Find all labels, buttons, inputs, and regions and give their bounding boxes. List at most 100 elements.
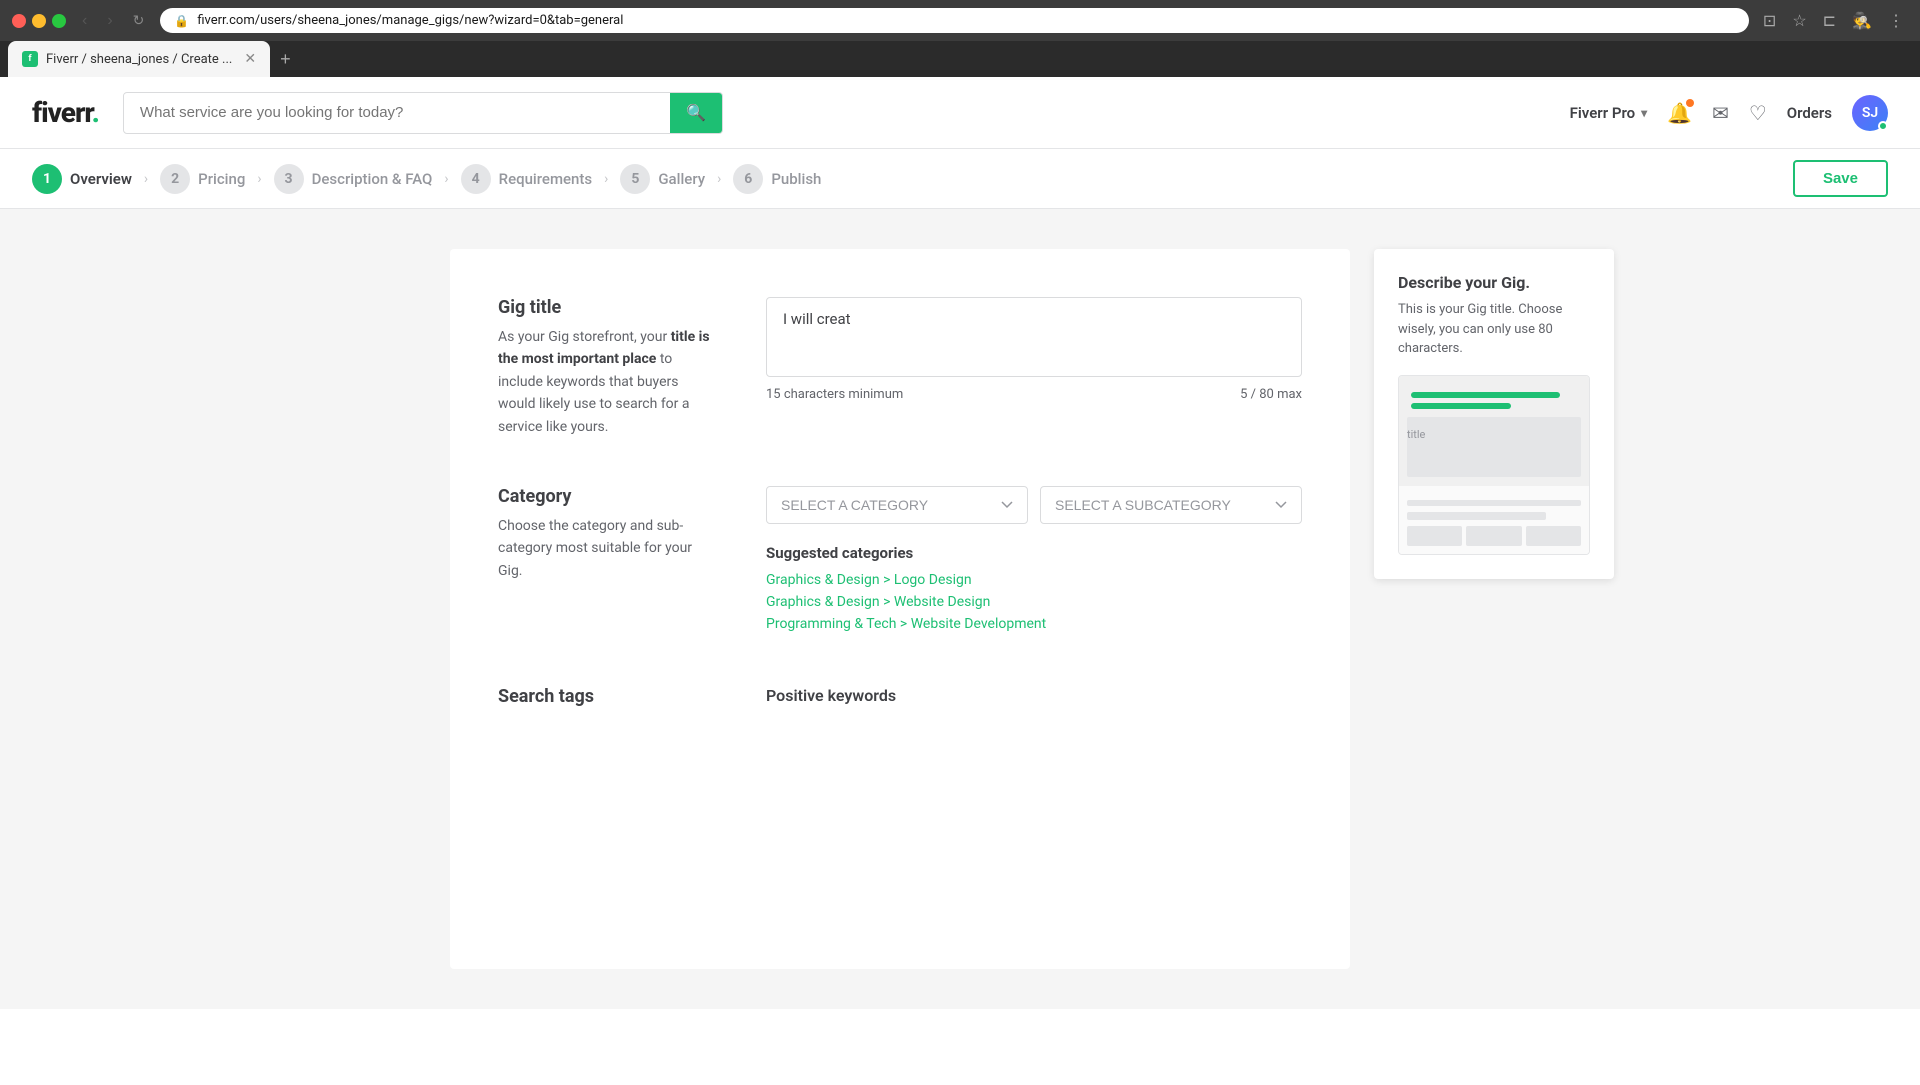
step-6-publish[interactable]: 6 Publish	[733, 164, 821, 194]
gig-title-section: Gig title As your Gig storefront, your t…	[498, 297, 1302, 438]
notification-icon[interactable]: 🔔	[1667, 101, 1692, 125]
tab-close-button[interactable]: ✕	[244, 51, 256, 67]
gig-image-placeholder	[1407, 417, 1581, 477]
step-3-circle: 3	[274, 164, 304, 194]
step-2-pricing[interactable]: 2 Pricing	[160, 164, 245, 194]
category-link-logo-design[interactable]: Graphics & Design > Logo Design	[766, 572, 1302, 588]
chevron-down-icon: ▾	[1641, 106, 1647, 120]
gig-card-title-bar	[1407, 512, 1546, 520]
tab-bar: f Fiverr / sheena_jones / Create ... ✕ +	[0, 41, 1920, 77]
right-panel: Describe your Gig. This is your Gig titl…	[1374, 249, 1614, 969]
category-link-website-development[interactable]: Programming & Tech > Website Development	[766, 616, 1302, 632]
orders-link[interactable]: Orders	[1787, 104, 1832, 122]
category-heading: Category	[498, 486, 718, 507]
search-icon: 🔍	[686, 103, 706, 123]
step-arrow-1: ›	[144, 171, 148, 187]
search-tags-heading: Search tags	[498, 686, 718, 707]
new-tab-button[interactable]: +	[272, 45, 299, 74]
step-3-description[interactable]: 3 Description & FAQ	[274, 164, 433, 194]
url-text: fiverr.com/users/sheena_jones/manage_gig…	[197, 13, 1735, 28]
step-5-number: 5	[631, 171, 639, 187]
suggested-categories: Suggested categories Graphics & Design >…	[766, 544, 1302, 632]
search-tags-label-area: Search tags	[498, 686, 718, 713]
category-section: Category Choose the category and sub-cat…	[498, 486, 1302, 638]
minimize-window-button[interactable]	[32, 14, 46, 28]
step-4-requirements[interactable]: 4 Requirements	[461, 164, 593, 194]
search-input[interactable]	[124, 94, 670, 131]
window-controls[interactable]	[12, 14, 66, 28]
char-count: 5 / 80 max	[1240, 387, 1302, 402]
lock-icon: 🔒	[174, 14, 189, 28]
progress-lines	[1411, 392, 1577, 414]
favorites-icon[interactable]: ♡	[1749, 101, 1767, 125]
page: fiverr. 🔍 Fiverr Pro ▾ 🔔 ✉ ♡ Orders SJ	[0, 77, 1920, 1085]
forward-button[interactable]: ›	[101, 10, 118, 32]
online-status-dot	[1878, 121, 1888, 131]
address-bar[interactable]: 🔒 fiverr.com/users/sheena_jones/manage_g…	[160, 8, 1749, 33]
subcategory-select[interactable]: SELECT A SUBCATEGORY	[1040, 486, 1302, 524]
gig-title-input[interactable]: I will creat	[766, 297, 1302, 377]
profile-icon[interactable]: ⊏	[1819, 9, 1840, 33]
search-tags-section: Search tags Positive keywords	[498, 686, 1302, 713]
step-4-number: 4	[472, 171, 480, 187]
incognito-icon[interactable]: 🕵	[1848, 9, 1876, 33]
step-2-circle: 2	[160, 164, 190, 194]
gig-card-mockup: title	[1398, 375, 1590, 555]
step-5-circle: 5	[620, 164, 650, 194]
step-6-number: 6	[744, 171, 752, 187]
suggested-title: Suggested categories	[766, 544, 1302, 562]
wizard-nav: 1 Overview › 2 Pricing › 3 Description &…	[0, 149, 1920, 209]
category-label-area: Category Choose the category and sub-cat…	[498, 486, 718, 638]
content-area: Gig title As your Gig storefront, your t…	[0, 209, 1920, 1009]
category-link-website-design[interactable]: Graphics & Design > Website Design	[766, 594, 1302, 610]
search-button[interactable]: 🔍	[670, 93, 722, 133]
avatar[interactable]: SJ	[1852, 95, 1888, 131]
price-bar-3	[1526, 526, 1581, 546]
browser-actions: ⊡ ☆ ⊏ 🕵 ⋮	[1759, 9, 1908, 33]
bookmark-icon[interactable]: ☆	[1788, 9, 1810, 33]
nav-controls: ‹ › ↻	[76, 10, 150, 32]
step-1-overview[interactable]: 1 Overview	[32, 164, 132, 194]
notification-dot	[1686, 99, 1694, 107]
close-window-button[interactable]	[12, 14, 26, 28]
fiverr-pro-button[interactable]: Fiverr Pro ▾	[1570, 104, 1648, 122]
back-button[interactable]: ‹	[76, 10, 93, 32]
step-3-label: Description & FAQ	[312, 170, 433, 188]
step-4-label: Requirements	[499, 170, 593, 188]
messages-icon[interactable]: ✉	[1712, 101, 1729, 125]
price-bar-1	[1407, 526, 1462, 546]
gig-title-content: I will creat 15 characters minimum 5 / 8…	[766, 297, 1302, 438]
active-tab[interactable]: f Fiverr / sheena_jones / Create ... ✕	[8, 41, 270, 77]
tab-favicon: f	[22, 51, 38, 67]
step-1-number: 1	[43, 171, 51, 187]
step-1-label: Overview	[70, 170, 132, 188]
step-5-label: Gallery	[658, 170, 705, 188]
maximize-window-button[interactable]	[52, 14, 66, 28]
category-content: SELECT A CATEGORY SELECT A SUBCATEGORY S…	[766, 486, 1302, 638]
cast-icon[interactable]: ⊡	[1759, 9, 1780, 33]
price-bar-2	[1466, 526, 1521, 546]
browser-chrome: ‹ › ↻ 🔒 fiverr.com/users/sheena_jones/ma…	[0, 0, 1920, 41]
step-5-gallery[interactable]: 5 Gallery	[620, 164, 705, 194]
step-4-circle: 4	[461, 164, 491, 194]
step-2-label: Pricing	[198, 170, 245, 188]
logo-dot: .	[92, 96, 99, 129]
gig-title-heading: Gig title	[498, 297, 718, 318]
gig-title-label-area: Gig title As your Gig storefront, your t…	[498, 297, 718, 438]
menu-icon[interactable]: ⋮	[1884, 9, 1908, 33]
step-arrow-5: ›	[717, 171, 721, 187]
fiverr-logo[interactable]: fiverr.	[32, 96, 99, 129]
step-3-number: 3	[285, 171, 293, 187]
gig-preview-card: Describe your Gig. This is your Gig titl…	[1374, 249, 1614, 579]
category-dropdowns: SELECT A CATEGORY SELECT A SUBCATEGORY	[766, 486, 1302, 524]
pos-keywords-title: Positive keywords	[766, 686, 1302, 705]
gig-title-description: As your Gig storefront, your title is th…	[498, 326, 718, 438]
progress-line-2	[1411, 403, 1511, 409]
refresh-button[interactable]: ↻	[127, 10, 151, 31]
tab-title: Fiverr / sheena_jones / Create ...	[46, 52, 232, 67]
gig-card-price-bars	[1407, 526, 1581, 546]
wizard-steps: 1 Overview › 2 Pricing › 3 Description &…	[32, 164, 1793, 194]
main-form: Gig title As your Gig storefront, your t…	[450, 249, 1350, 969]
save-button[interactable]: Save	[1793, 160, 1888, 197]
category-select[interactable]: SELECT A CATEGORY	[766, 486, 1028, 524]
